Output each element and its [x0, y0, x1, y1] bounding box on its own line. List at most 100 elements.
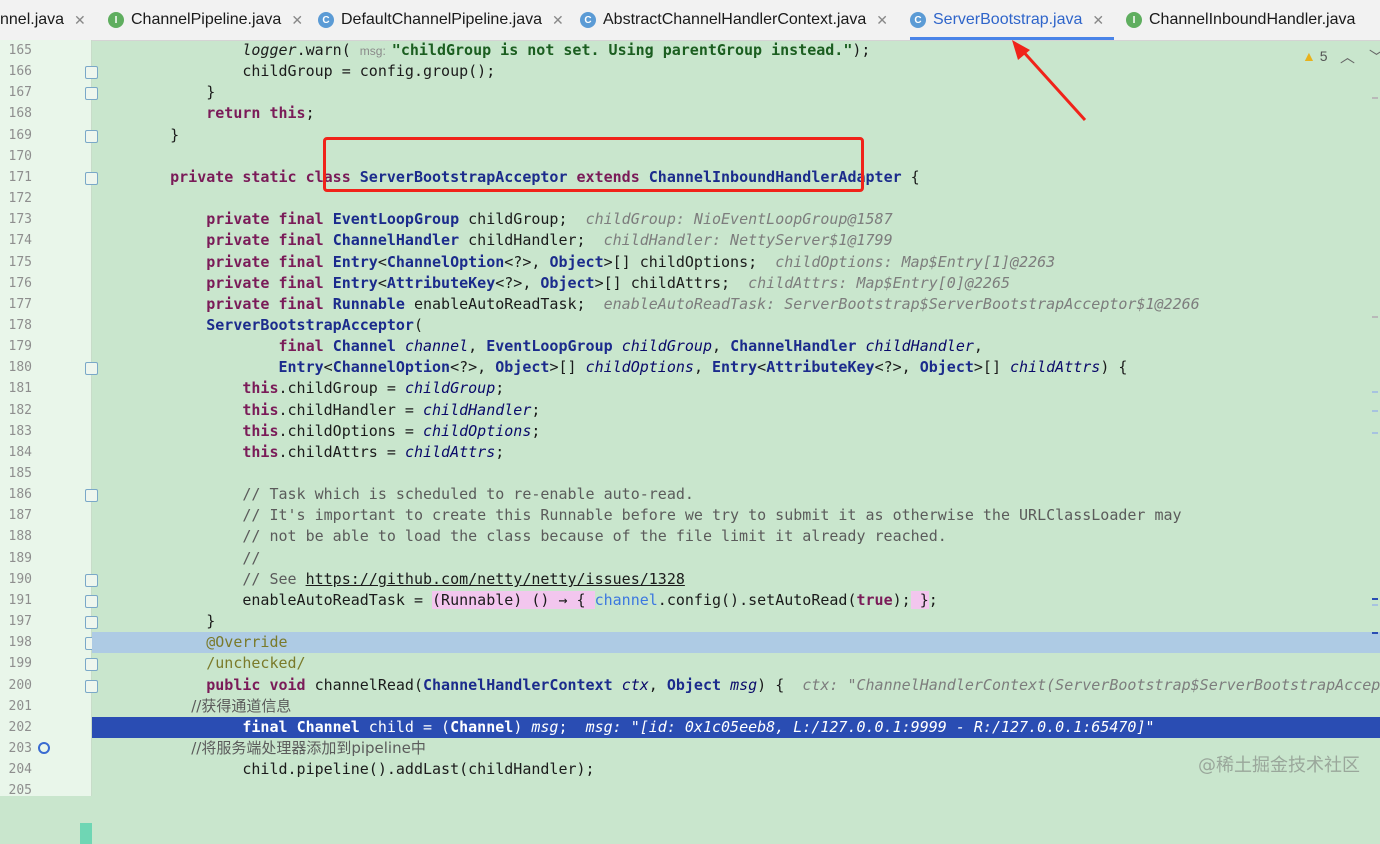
code-token: ctx: "ChannelHandlerContext(ServerBootst…: [802, 676, 1380, 694]
code-token: @Override: [134, 633, 288, 651]
scroll-marker[interactable]: [1372, 632, 1378, 634]
scroll-marker[interactable]: [1372, 391, 1378, 393]
line-number: 180: [8, 360, 32, 375]
scroll-marker[interactable]: [1372, 604, 1378, 606]
code-text: }: [134, 125, 179, 146]
line-number: 174: [8, 233, 32, 248]
code-token: final: [278, 337, 324, 355]
code-token: .config().setAutoRead(: [657, 591, 857, 609]
code-line[interactable]: logger.warn( msg: "childGroup is not set.…: [92, 40, 1380, 61]
tab-abstractchannelhandlercontext-java[interactable]: C AbstractChannelHandlerContext.java ✕: [580, 0, 902, 40]
code-text: childGroup = config.group();: [134, 61, 495, 82]
inspection-nav: ︿﹀: [1340, 46, 1380, 67]
code-line[interactable]: // Task which is scheduled to re-enable …: [92, 484, 1380, 505]
tab-channelinboundhandler-java[interactable]: I ChannelInboundHandler.java: [1126, 0, 1380, 40]
code-line[interactable]: private final ChannelHandler childHandle…: [92, 230, 1380, 251]
tab-defaultchannelpipeline-java[interactable]: C DefaultChannelPipeline.java ✕: [318, 0, 572, 40]
line-number: 176: [8, 276, 32, 291]
code-text: return this;: [134, 103, 314, 124]
code-line[interactable]: private final EventLoopGroup childGroup;…: [92, 209, 1380, 230]
code-line[interactable]: child.pipeline().addLast(childHandler);: [92, 759, 1380, 780]
code-line[interactable]: this.childOptions = childOptions;: [92, 421, 1380, 442]
close-icon[interactable]: ✕: [291, 12, 303, 29]
line-number: 167: [8, 85, 32, 100]
code-line[interactable]: Entry<ChannelOption<?>, Object>[] childO…: [92, 357, 1380, 378]
code-token: );: [892, 591, 911, 609]
line-number: 189: [8, 551, 32, 566]
warnings-indicator[interactable]: ▲ 5: [1302, 48, 1328, 64]
code-line[interactable]: enableAutoReadTask = (Runnable) () → { c…: [92, 590, 1380, 611]
code-text: // It's important to create this Runnabl…: [134, 505, 1181, 526]
code-token: <: [323, 358, 333, 376]
close-icon[interactable]: ✕: [876, 12, 888, 29]
code-line[interactable]: [92, 780, 1380, 801]
code-line[interactable]: // See https://github.com/netty/netty/is…: [92, 569, 1380, 590]
code-line[interactable]: [92, 463, 1380, 484]
scroll-marker[interactable]: [1372, 316, 1378, 318]
code-text: this.childOptions = childOptions;: [134, 421, 540, 442]
code-line[interactable]: // not be able to load the class because…: [92, 526, 1380, 547]
code-token: private final: [206, 274, 324, 292]
code-line[interactable]: this.childHandler = childHandler;: [92, 400, 1380, 421]
code-line[interactable]: /unchecked/: [92, 653, 1380, 674]
scroll-marker[interactable]: [1372, 97, 1378, 99]
code-line[interactable]: private final Runnable enableAutoReadTas…: [92, 294, 1380, 315]
code-line[interactable]: final Channel channel, EventLoopGroup ch…: [92, 336, 1380, 357]
tab-channelpipeline-java[interactable]: I ChannelPipeline.java ✕: [108, 0, 308, 40]
code-token: private final: [206, 210, 324, 228]
scroll-marker[interactable]: [1372, 598, 1378, 600]
chevron-down-icon[interactable]: ﹀: [1369, 48, 1380, 66]
code-token: .childOptions =: [278, 422, 423, 440]
line-number: 183: [8, 424, 32, 439]
line-number: 191: [8, 593, 32, 608]
code-token: true: [856, 591, 893, 609]
code-text: // not be able to load the class because…: [134, 526, 947, 547]
code-line[interactable]: //将服务端处理器添加到pipeline中: [92, 738, 1380, 759]
close-icon[interactable]: ✕: [1092, 12, 1104, 29]
override-icon[interactable]: [38, 742, 50, 754]
close-icon[interactable]: ✕: [552, 12, 564, 29]
tab-nnel-java[interactable]: nnel.java ✕: [0, 0, 90, 40]
code-line[interactable]: //: [92, 548, 1380, 569]
code-text: /unchecked/: [134, 653, 305, 674]
warning-count: 5: [1319, 48, 1328, 64]
code-line[interactable]: childGroup = config.group();: [92, 61, 1380, 82]
code-token: childAttrs: [1010, 358, 1101, 376]
code-token: Channel: [296, 718, 360, 736]
code-line[interactable]: final Channel child = (Channel) msg; msg…: [92, 717, 1380, 738]
code-token: // not be able to load the class because…: [134, 527, 947, 545]
code-token: msg: [730, 676, 758, 694]
code-line[interactable]: }: [92, 82, 1380, 103]
code-line[interactable]: public void channelRead(ChannelHandlerCo…: [92, 675, 1380, 696]
tab-serverbootstrap-java[interactable]: C ServerBootstrap.java ✕: [910, 0, 1114, 40]
code-line[interactable]: ServerBootstrapAcceptor(: [92, 315, 1380, 336]
chevron-up-icon[interactable]: ︿: [1340, 48, 1369, 66]
code-line[interactable]: return this;: [92, 103, 1380, 124]
code-token: Object: [540, 274, 595, 292]
line-number: 169: [8, 128, 32, 143]
code-text: this.childHandler = childHandler;: [134, 400, 540, 421]
code-token: <: [377, 253, 387, 271]
close-icon[interactable]: ✕: [74, 12, 86, 29]
code-token[interactable]: https://github.com/netty/netty/issues/13…: [306, 570, 685, 588]
scroll-marker[interactable]: [1372, 432, 1378, 434]
line-number: 165: [8, 43, 32, 58]
scroll-marker[interactable]: [1372, 410, 1378, 412]
code-token: msg:: [359, 44, 386, 58]
code-token: enableAutoReadTask =: [134, 591, 433, 609]
code-line[interactable]: @Override: [92, 632, 1380, 653]
code-line[interactable]: //获得通道信息: [92, 696, 1380, 717]
code-line[interactable]: }: [92, 611, 1380, 632]
code-line[interactable]: private final Entry<ChannelOption<?>, Ob…: [92, 252, 1380, 273]
tab-label: nnel.java: [0, 11, 65, 28]
code-line[interactable]: // It's important to create this Runnabl…: [92, 505, 1380, 526]
code-line[interactable]: this.childGroup = childGroup;: [92, 378, 1380, 399]
code-line[interactable]: this.childAttrs = childAttrs;: [92, 442, 1380, 463]
code-line[interactable]: private final Entry<AttributeKey<?>, Obj…: [92, 273, 1380, 294]
